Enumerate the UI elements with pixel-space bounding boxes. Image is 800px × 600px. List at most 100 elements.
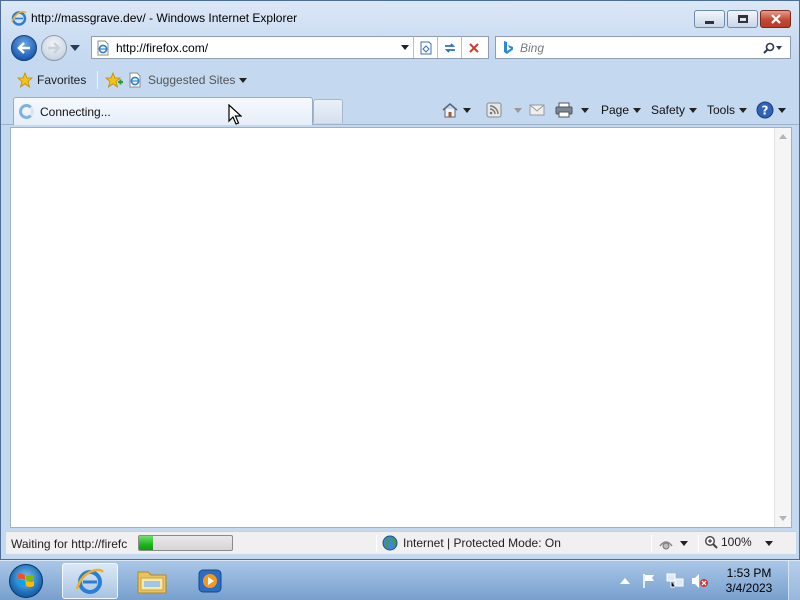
page-menu-button[interactable]: Page (601, 99, 642, 121)
tab-connecting[interactable]: Connecting... (13, 97, 313, 125)
folder-icon (137, 571, 167, 594)
tools-menu-button[interactable]: Tools (707, 99, 748, 121)
tab-row: Connecting... Page Safety Tools ? (1, 95, 799, 125)
chevron-down-icon (581, 107, 589, 113)
stop-button[interactable] (461, 37, 485, 58)
status-bar: Waiting for http://firefc Internet | Pro… (6, 531, 796, 554)
taskbar-windows-explorer[interactable] (124, 563, 180, 599)
chevron-down-icon (463, 107, 471, 113)
speaker-muted-icon (692, 574, 708, 588)
zoom-level: 100% (721, 535, 752, 549)
suggested-sites-button[interactable]: Suggested Sites (127, 69, 248, 91)
chevron-down-icon (689, 107, 698, 113)
media-player-icon (198, 569, 222, 593)
chevron-down-icon (239, 77, 248, 83)
ie-window: http://massgrave.dev/ - Windows Internet… (0, 0, 800, 560)
zoom-button[interactable]: 100% (704, 535, 752, 549)
page-load-progress (138, 535, 233, 551)
safety-menu-label: Safety (651, 103, 686, 117)
safety-menu-button[interactable]: Safety (651, 99, 698, 121)
volume-button[interactable] (691, 561, 709, 600)
printer-icon (555, 102, 573, 118)
search-button[interactable] (758, 38, 786, 57)
back-arrow-icon (17, 42, 30, 54)
help-button[interactable]: ? (756, 99, 786, 121)
stop-icon (468, 42, 479, 53)
favorites-star-icon (17, 72, 33, 88)
forward-button[interactable] (41, 35, 67, 61)
compatibility-view-button[interactable] (413, 37, 437, 58)
refresh-button[interactable] (437, 37, 461, 58)
page-content-area[interactable] (10, 127, 792, 528)
forward-arrow-icon (48, 42, 61, 54)
bing-logo-icon (504, 41, 513, 54)
minimize-button[interactable] (694, 10, 725, 28)
new-tab-button[interactable] (313, 99, 343, 123)
close-icon (770, 14, 781, 24)
taskbar-internet-explorer[interactable] (62, 563, 118, 599)
maximize-icon (737, 15, 748, 23)
chevron-down-icon (401, 45, 409, 50)
progress-fill (139, 536, 153, 550)
flag-icon (643, 574, 654, 588)
title-bar[interactable]: http://massgrave.dev/ - Windows Internet… (1, 1, 799, 33)
show-hidden-icons-button[interactable] (620, 561, 630, 600)
maximize-button[interactable] (727, 10, 758, 28)
zone-text: Internet | Protected Mode: On (403, 536, 561, 550)
chevron-down-icon (765, 541, 773, 546)
globe-icon (382, 535, 398, 551)
ie-page-icon (97, 40, 109, 56)
mouse-cursor-icon (228, 104, 242, 125)
compatibility-view-icon (420, 41, 431, 54)
privacy-report-button[interactable] (658, 535, 688, 552)
read-mail-button[interactable] (529, 99, 545, 121)
scroll-up-icon[interactable] (779, 134, 787, 139)
vertical-scrollbar[interactable] (774, 128, 791, 527)
favorites-divider (97, 71, 98, 89)
feeds-button[interactable] (486, 99, 522, 121)
zoom-magnifier-icon (704, 535, 718, 549)
loading-spinner-icon (19, 104, 34, 119)
search-icon (763, 42, 782, 54)
back-button[interactable] (11, 35, 37, 61)
taskbar-media-player[interactable] (182, 563, 238, 599)
search-box[interactable]: Bing (495, 36, 791, 59)
close-button[interactable] (760, 10, 791, 28)
chevron-down-icon (739, 107, 748, 113)
action-center-button[interactable] (641, 561, 657, 600)
ie-logo-icon (11, 10, 27, 26)
clock-date: 3/4/2023 (725, 581, 773, 595)
tools-menu-label: Tools (707, 103, 736, 117)
address-bar[interactable]: http://firefox.com/ (91, 36, 489, 59)
address-url[interactable]: http://firefox.com/ (116, 41, 208, 55)
ie-logo-icon (75, 568, 104, 594)
status-divider (651, 535, 652, 552)
taskbar: 1:53 PM 3/4/2023 (0, 560, 800, 600)
taskbar-clock[interactable]: 1:53 PM 3/4/2023 (712, 566, 786, 596)
status-divider (698, 535, 699, 552)
network-button[interactable] (666, 561, 684, 600)
network-icon (666, 573, 684, 588)
start-button[interactable] (6, 563, 46, 599)
rss-feed-icon (486, 102, 502, 118)
tab-label: Connecting... (40, 104, 111, 119)
security-zone[interactable]: Internet | Protected Mode: On (382, 535, 561, 551)
favorites-bar: Favorites Suggested Sites (1, 65, 799, 95)
print-button[interactable] (555, 99, 589, 121)
suggested-sites-label: Suggested Sites (148, 73, 236, 87)
address-dropdown-button[interactable] (397, 38, 413, 57)
favorites-button[interactable]: Favorites (11, 68, 92, 92)
windows-logo-icon (9, 564, 43, 598)
show-desktop-button[interactable] (788, 561, 800, 600)
home-button[interactable] (441, 99, 471, 121)
caption-buttons (692, 10, 791, 28)
scroll-down-icon[interactable] (779, 516, 787, 521)
add-to-favorites-bar-icon[interactable] (104, 71, 124, 89)
status-text: Waiting for http://firefc (11, 537, 128, 551)
help-icon: ? (756, 101, 774, 119)
favorites-label: Favorites (37, 73, 87, 87)
recent-pages-button[interactable] (69, 43, 81, 53)
chevron-down-icon (680, 541, 688, 546)
zoom-dropdown-button[interactable] (761, 535, 773, 552)
home-icon (442, 103, 458, 118)
